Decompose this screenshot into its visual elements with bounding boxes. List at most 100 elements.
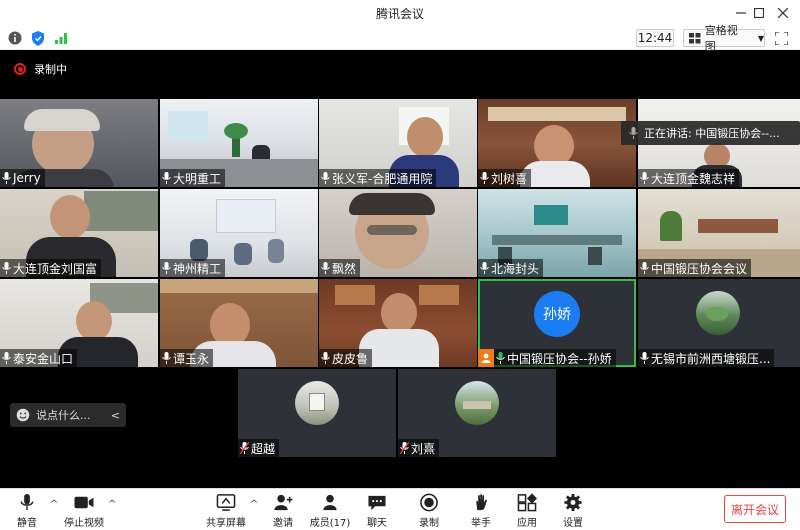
info-icon[interactable] <box>6 29 24 47</box>
video-tile-shenzhou[interactable]: 神州精工 <box>160 189 318 277</box>
mic-icon <box>2 262 11 274</box>
invite-button[interactable]: 邀请 <box>268 493 298 529</box>
chevron-left-icon[interactable]: < <box>111 409 120 422</box>
chevron-up-icon[interactable]: ^ <box>50 499 58 510</box>
shield-icon[interactable] <box>29 29 47 47</box>
mic-icon <box>640 352 649 364</box>
participant-name: 大连顶金刘国富 <box>13 261 98 276</box>
signal-icon[interactable] <box>52 29 70 47</box>
participant-label: 泰安金山口 <box>0 349 78 367</box>
mic-muted-icon <box>400 442 409 454</box>
members-label: 成员(17) <box>309 518 351 529</box>
mic-icon <box>629 127 638 139</box>
apps-label: 应用 <box>517 518 537 529</box>
mute-button[interactable]: 静音 <box>12 493 42 529</box>
participant-name: 中国锻压协会--孙娇 <box>507 351 612 366</box>
avatar <box>455 381 499 425</box>
video-tile-daming[interactable]: 大明重工 <box>160 99 318 187</box>
record-button[interactable]: 录制 <box>414 493 444 529</box>
participant-label: 皮皮鲁 <box>319 349 373 367</box>
speaking-label: 正在讲话: 中国锻压协会--... <box>644 127 780 140</box>
participant-label: 刘熹 <box>398 439 440 457</box>
recording-label: 录制中 <box>34 63 67 76</box>
participant-label: 神州精工 <box>160 259 226 277</box>
settings-label: 设置 <box>563 518 583 529</box>
participant-label: 谭玉永 <box>160 349 214 367</box>
stop-video-button[interactable]: 停止视频 <box>64 493 104 529</box>
add-user-icon <box>274 494 293 511</box>
top-toolbar: 12:44 宫格视图 ▼ <box>0 24 800 53</box>
maximize-icon[interactable] <box>746 0 772 26</box>
close-icon[interactable] <box>770 0 796 26</box>
video-tile-pipilu[interactable]: 皮皮鲁 <box>319 279 477 367</box>
participant-name: 飘然 <box>332 261 357 276</box>
meeting-clock: 12:44 <box>636 29 674 47</box>
video-tile-liu-guofu[interactable]: 大连顶金刘国富 <box>0 189 158 277</box>
avatar <box>696 291 740 335</box>
mic-icon <box>321 352 330 364</box>
avatar <box>295 381 339 425</box>
video-tile-jerry[interactable]: Jerry <box>0 99 158 187</box>
mic-icon <box>162 352 171 364</box>
participant-label: 张义军-合肥通用院 <box>319 169 437 187</box>
emoji-icon[interactable] <box>16 408 30 422</box>
mic-icon <box>2 172 11 184</box>
chevron-up-icon[interactable]: ^ <box>108 499 116 510</box>
mic-icon <box>480 262 489 274</box>
participant-label: Jerry <box>0 169 45 187</box>
view-mode-button[interactable]: 宫格视图 ▼ <box>683 24 765 53</box>
participant-name: 超越 <box>251 441 276 456</box>
participant-label: 北海封头 <box>478 259 544 277</box>
mic-icon <box>2 352 11 364</box>
participant-label: 中国锻压协会--孙娇 <box>478 349 616 367</box>
stop-video-label: 停止视频 <box>64 518 104 529</box>
mic-active-icon <box>496 352 505 364</box>
video-tile-zhang[interactable]: 张义军-合肥通用院 <box>319 99 477 187</box>
host-icon <box>478 349 494 367</box>
participant-name: 皮皮鲁 <box>332 351 369 366</box>
participant-label: 大连顶金魏志祥 <box>638 169 740 187</box>
participant-label: 飘然 <box>319 259 361 277</box>
raise-hand-button[interactable]: 举手 <box>466 493 496 529</box>
chevron-up-icon[interactable]: ^ <box>250 499 258 510</box>
chat-quick-input[interactable]: 说点什么... < <box>10 403 126 427</box>
mic-icon <box>162 172 171 184</box>
video-tile-wuxi[interactable]: 无锡市前洲西塘锻压... <box>638 279 800 367</box>
grid-icon <box>689 32 701 43</box>
microphone-icon <box>20 493 34 511</box>
title-bar: 腾讯会议 <box>0 0 800 26</box>
video-tile-piaoran[interactable]: 飘然 <box>319 189 477 277</box>
chat-placeholder: 说点什么... <box>36 409 91 422</box>
video-tile-beihai[interactable]: 北海封头 <box>478 189 636 277</box>
mic-icon <box>162 262 171 274</box>
participant-label: 中国锻压协会会议 <box>638 259 752 277</box>
mic-icon <box>480 172 489 184</box>
apps-button[interactable]: 应用 <box>512 493 542 529</box>
share-screen-icon <box>216 494 236 511</box>
video-tile-taian[interactable]: 泰安金山口 <box>0 279 158 367</box>
gear-icon <box>564 493 582 512</box>
video-tile-liu-xi[interactable]: 刘熹 <box>398 369 556 457</box>
participant-name: 刘熹 <box>411 441 436 456</box>
avatar: 孙娇 <box>534 291 580 337</box>
participant-label: 超越 <box>238 439 280 457</box>
invite-label: 邀请 <box>273 518 293 529</box>
video-tile-forging-meeting[interactable]: 中国锻压协会会议 <box>638 189 800 277</box>
participant-name: 泰安金山口 <box>13 351 74 366</box>
share-screen-button[interactable]: 共享屏幕 <box>206 493 246 529</box>
chat-bubble-icon <box>368 495 386 511</box>
participant-name: 北海封头 <box>491 261 540 276</box>
settings-button[interactable]: 设置 <box>558 493 588 529</box>
window-title: 腾讯会议 <box>375 6 424 21</box>
video-tile-sun-jiao[interactable]: 孙娇 中国锻压协会--孙娇 <box>478 279 636 367</box>
meeting-window: 腾讯会议 12:44 宫格视图 ▼ 录制中 Jerry 大明重工 张义军-合肥通… <box>0 0 800 530</box>
chat-button[interactable]: 聊天 <box>362 493 392 529</box>
mic-icon <box>321 262 330 274</box>
video-tile-chaoyue[interactable]: 超越 <box>238 369 396 457</box>
video-tile-liu-shuxi[interactable]: 刘树喜 <box>478 99 636 187</box>
mic-icon <box>640 262 649 274</box>
members-button[interactable]: 成员(17) <box>310 493 350 529</box>
fullscreen-icon[interactable] <box>772 29 790 47</box>
leave-meeting-button[interactable]: 离开会议 <box>724 495 786 523</box>
video-tile-tan-yuyong[interactable]: 谭玉永 <box>160 279 318 367</box>
